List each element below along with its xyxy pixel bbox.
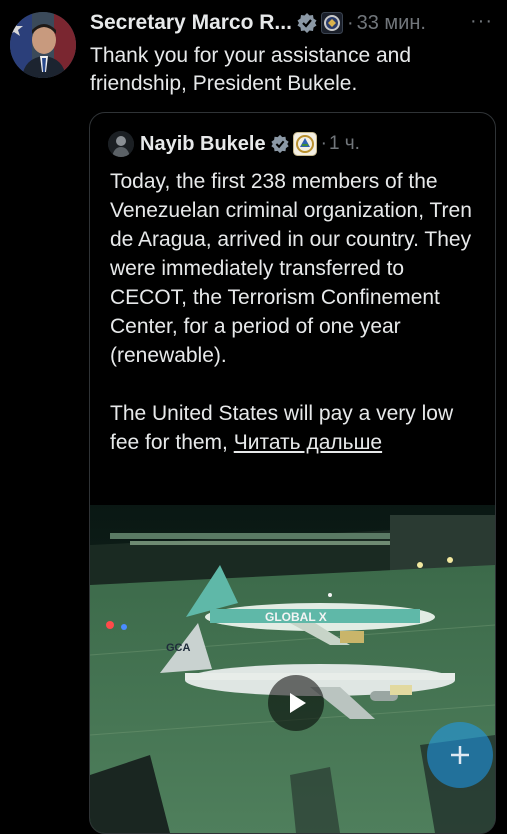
verified-badge-icon[interactable]: [296, 12, 318, 34]
quoted-tweet-timestamp[interactable]: 1 ч.: [329, 133, 360, 155]
compose-plus-icon[interactable]: [427, 722, 493, 788]
separator-dot: ·: [346, 11, 354, 34]
tweet-timestamp[interactable]: 33 мин.: [357, 12, 426, 35]
plane-livery-text: GLOBAL X: [265, 610, 327, 624]
more-options-icon[interactable]: ···: [470, 10, 493, 33]
quoted-author-name[interactable]: Nayib Bukele: [140, 133, 266, 156]
state-department-seal-icon[interactable]: [320, 12, 343, 34]
el-salvador-seal-icon[interactable]: [292, 132, 317, 156]
tweet-header: Secretary Marco R... · 33 мин.: [90, 8, 497, 38]
airport-scene-image: GLOBAL X GCA: [90, 505, 495, 833]
quoted-author-avatar[interactable]: [108, 131, 134, 157]
separator-dot: ·: [320, 133, 327, 154]
verified-badge-icon[interactable]: [270, 134, 290, 154]
tweet-text: Thank you for your assistance and friend…: [90, 44, 412, 95]
avatar-photo: [10, 12, 76, 78]
quoted-tweet-text: Today, the first 238 members of the Vene…: [110, 167, 485, 457]
quoted-tweet-header: Nayib Bukele · 1 ч.: [108, 129, 360, 159]
author-name[interactable]: Secretary Marco R...: [90, 11, 292, 35]
author-avatar[interactable]: [10, 12, 76, 78]
plane-tail-text: GCA: [166, 642, 191, 654]
play-icon[interactable]: [268, 675, 324, 731]
avatar-icon: [108, 131, 134, 157]
read-more-link[interactable]: Читать дальше: [234, 431, 382, 454]
quoted-tweet[interactable]: Nayib Bukele · 1 ч. Today, the first 238…: [89, 112, 496, 834]
quoted-tweet-paragraph-1: Today, the first 238 members of the Vene…: [110, 170, 472, 367]
video-thumbnail[interactable]: GLOBAL X GCA: [90, 505, 495, 833]
